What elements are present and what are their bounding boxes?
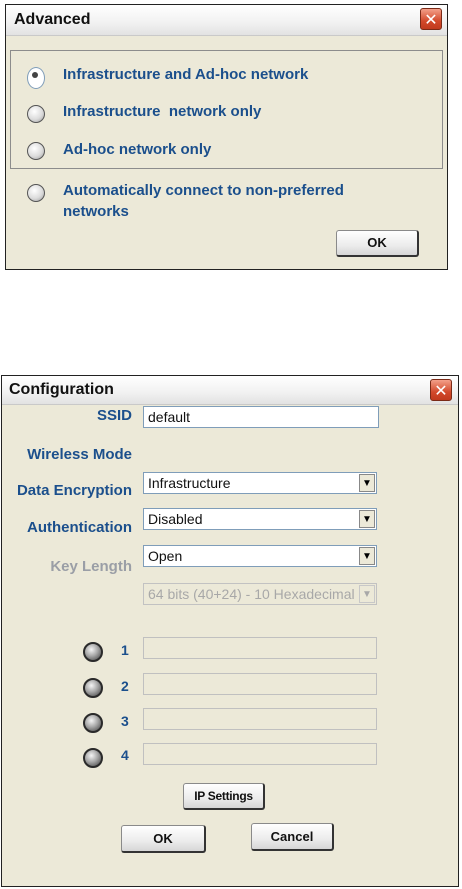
chevron-down-icon[interactable]: ▼: [359, 585, 375, 603]
key-label-2: 2: [121, 678, 129, 694]
data-encryption-label: Data Encryption: [16, 482, 132, 499]
wireless-mode-value: Infrastructure: [148, 475, 231, 491]
key-length-select[interactable]: 64 bits (40+24) - 10 Hexadecimal ▼: [143, 583, 377, 605]
data-encryption-value: Disabled: [148, 511, 203, 527]
wireless-mode-select-box[interactable]: Infrastructure ▼: [143, 472, 377, 494]
close-icon[interactable]: ✕: [430, 379, 452, 401]
radio-infra-only[interactable]: [27, 105, 45, 123]
auto-connect-line1: Automatically connect to non-preferred: [63, 182, 344, 199]
checkbox-auto-connect[interactable]: [27, 184, 45, 202]
key-input-1[interactable]: [143, 637, 377, 659]
option-label-adhoc-only: Ad-hoc network only: [63, 141, 212, 158]
key-input-4[interactable]: [143, 743, 377, 765]
advanced-title: Advanced: [14, 11, 91, 28]
ssid-label: SSID: [96, 407, 132, 424]
radio-infra-adhoc[interactable]: [27, 67, 45, 89]
key-radio-4[interactable]: [83, 748, 103, 768]
option-label-infra-adhoc: Infrastructure and Ad-hoc network: [63, 66, 309, 83]
chevron-down-icon[interactable]: ▼: [359, 510, 375, 528]
configuration-cancel-button[interactable]: Cancel: [251, 823, 334, 851]
advanced-ok-button[interactable]: OK: [336, 230, 419, 257]
ip-settings-button[interactable]: IP Settings: [183, 783, 265, 810]
key-label-1: 1: [121, 642, 129, 658]
close-icon[interactable]: ✕: [420, 8, 442, 30]
key-length-label: Key Length: [50, 558, 132, 575]
key-label-4: 4: [121, 747, 129, 763]
key-input-3[interactable]: [143, 708, 377, 730]
authentication-select[interactable]: Open ▼: [143, 545, 377, 567]
authentication-value: Open: [148, 548, 183, 564]
auto-connect-line2: networks: [63, 203, 129, 220]
key-radio-3[interactable]: [83, 713, 103, 733]
option-label-infra-only: Infrastructure network only: [63, 103, 262, 120]
configuration-ok-button[interactable]: OK: [121, 825, 206, 853]
key-input-2[interactable]: [143, 673, 377, 695]
key-length-value: 64 bits (40+24) - 10 Hexadecimal: [148, 586, 355, 602]
authentication-label: Authentication: [27, 519, 132, 536]
configuration-dialog: Configuration ✕ SSID Wireless Mode Data …: [1, 375, 459, 887]
key-radio-2[interactable]: [83, 678, 103, 698]
advanced-titlebar: Advanced ✕: [6, 5, 447, 36]
chevron-down-icon[interactable]: ▼: [359, 474, 375, 492]
key-label-3: 3: [121, 713, 129, 729]
chevron-down-icon[interactable]: ▼: [359, 547, 375, 565]
data-encryption-select[interactable]: Disabled ▼: [143, 508, 377, 530]
key-radio-1[interactable]: [83, 642, 103, 662]
wireless-mode-label: Wireless Mode: [27, 446, 132, 463]
radio-adhoc-only[interactable]: [27, 142, 45, 160]
labels-column: SSID Wireless Mode Data Encryption Authe…: [2, 376, 132, 776]
advanced-dialog: Advanced ✕ Infrastructure and Ad-hoc net…: [5, 4, 448, 270]
ssid-input[interactable]: default: [143, 406, 379, 428]
